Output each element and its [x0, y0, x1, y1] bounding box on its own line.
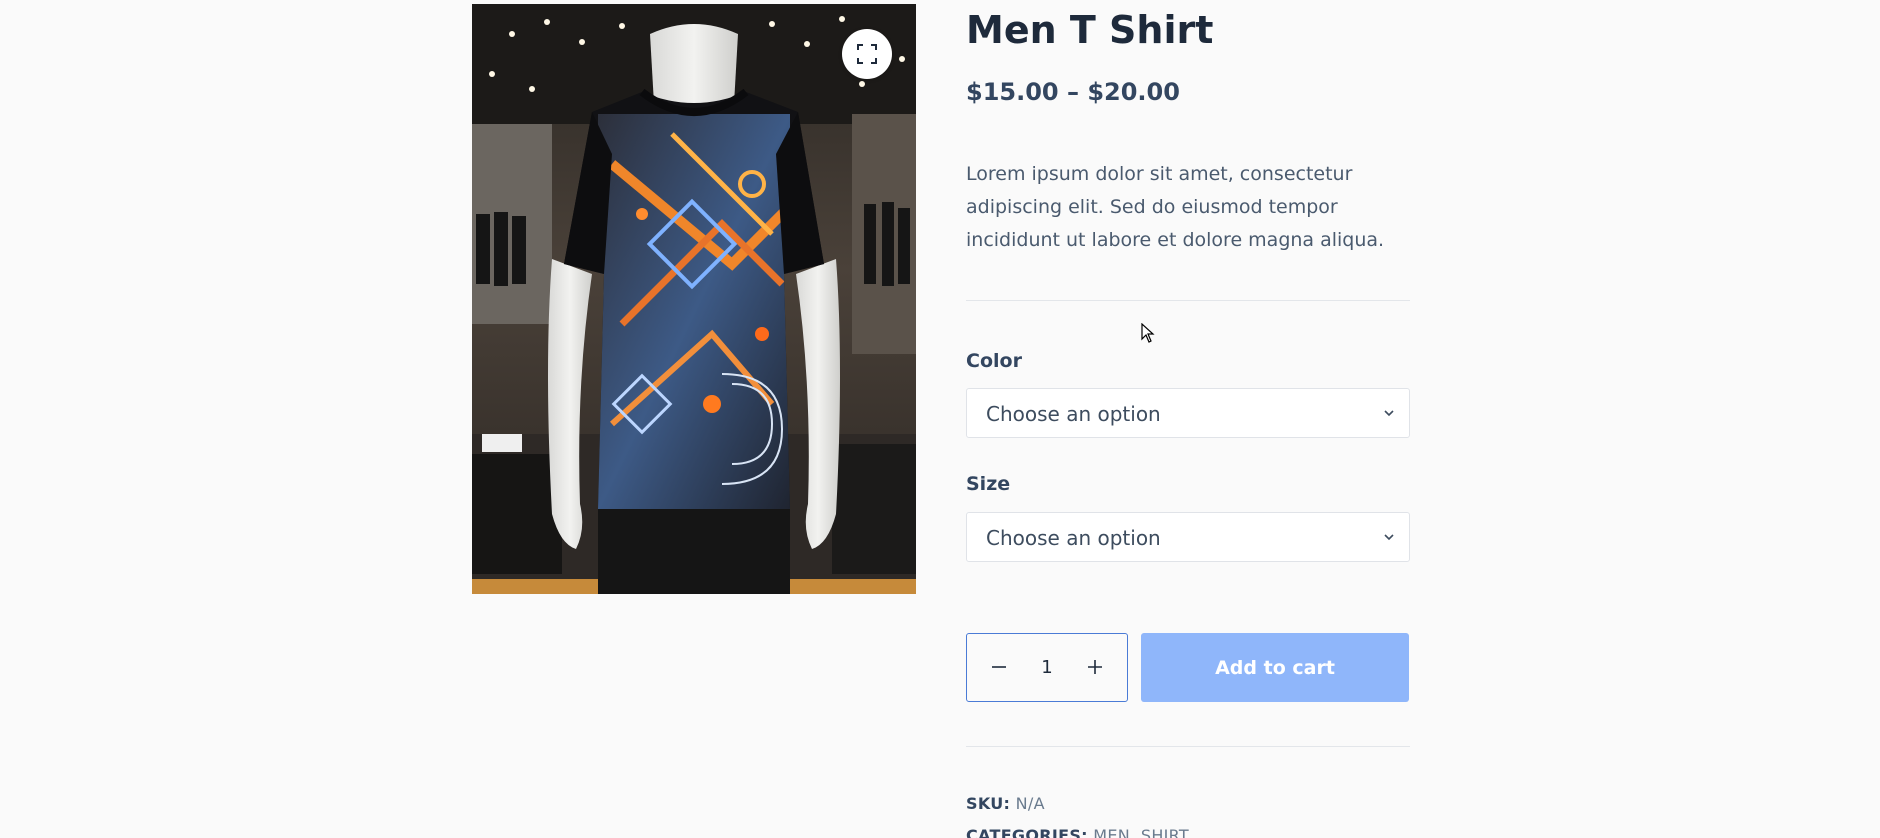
- product-description: Lorem ipsum dolor sit amet, consectetur …: [966, 163, 1385, 251]
- product-gallery[interactable]: [472, 4, 916, 594]
- chevron-down-icon: [1384, 534, 1394, 541]
- minus-icon: [992, 666, 1006, 668]
- fullscreen-icon: [857, 44, 877, 64]
- product-price: $15.00 – $20.00: [966, 78, 1180, 106]
- product-title: Men T Shirt: [966, 8, 1214, 52]
- divider: [966, 746, 1410, 747]
- sku-label: SKU:: [966, 794, 1011, 813]
- mouse-cursor-icon: [1141, 323, 1155, 343]
- plus-icon: [1088, 660, 1102, 674]
- color-select-value: Choose an option: [986, 402, 1161, 426]
- add-to-cart-button[interactable]: Add to cart: [1141, 633, 1409, 702]
- sku-value: N/A: [1015, 794, 1045, 813]
- color-select[interactable]: Choose an option: [966, 388, 1410, 438]
- size-select[interactable]: Choose an option: [966, 512, 1410, 562]
- color-label: Color: [966, 350, 1022, 372]
- product-image[interactable]: [472, 4, 916, 594]
- category-link-shirt[interactable]: SHIRT: [1141, 826, 1189, 838]
- category-separator: ,: [1130, 826, 1141, 838]
- quantity-decrease-button[interactable]: [984, 652, 1014, 682]
- gallery-zoom-button[interactable]: [842, 29, 892, 79]
- category-link-men[interactable]: MEN: [1093, 826, 1130, 838]
- size-select-value: Choose an option: [986, 526, 1161, 550]
- product-page: Men T Shirt $15.00 – $20.00 Lorem ipsum …: [0, 0, 1880, 838]
- product-sku: SKU: N/A: [966, 794, 1045, 813]
- size-label: Size: [966, 473, 1011, 495]
- quantity-increase-button[interactable]: [1080, 652, 1110, 682]
- product-categories: CATEGORIES: MEN, SHIRT: [966, 826, 1189, 838]
- quantity-stepper: [966, 633, 1128, 702]
- categories-label: CATEGORIES:: [966, 826, 1088, 838]
- quantity-input[interactable]: [1023, 654, 1071, 680]
- chevron-down-icon: [1384, 410, 1394, 417]
- divider: [966, 300, 1410, 301]
